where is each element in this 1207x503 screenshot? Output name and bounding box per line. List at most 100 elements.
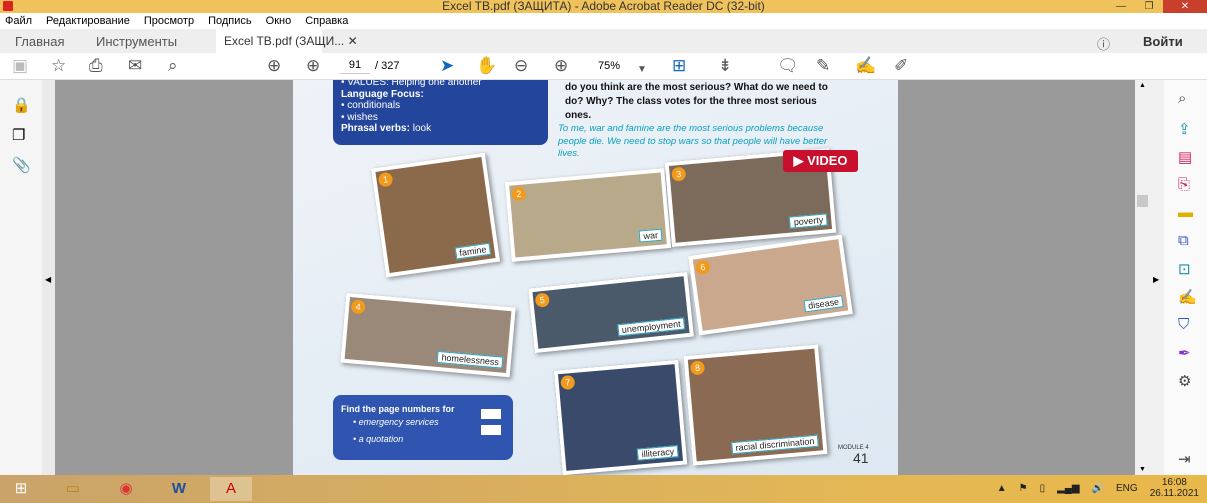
start-button[interactable]: ⊞ <box>0 477 42 501</box>
combine-files-icon[interactable]: ⧉ <box>1178 232 1189 249</box>
video-button[interactable]: ▶ VIDEO <box>783 150 858 172</box>
scroll-mode-icon[interactable]: ⇟ <box>718 57 732 75</box>
photo-label: poverty <box>789 213 828 229</box>
chrome-icon[interactable]: ◉ <box>105 477 147 501</box>
maximize-button[interactable]: ❐ <box>1135 0 1163 13</box>
find-item: a quotation <box>358 434 404 444</box>
photo-label: famine <box>454 242 492 260</box>
save-icon[interactable]: ▣ <box>12 57 28 75</box>
box-line: Language Focus: <box>341 88 424 100</box>
word-icon[interactable]: W <box>158 477 200 501</box>
toolbar: ▣ ☆ ⎙ ✉ ⌕ ⊕ ⊕ 91 / 327 ➤ ✋ ⊖ ⊕ 75% ▼ ⊞ ⇟… <box>0 53 1207 80</box>
next-page-icon[interactable]: ⊕ <box>306 57 320 75</box>
language-indicator[interactable]: ENG <box>1116 483 1138 494</box>
prev-page-icon[interactable]: ⊕ <box>267 57 281 75</box>
photo-label: racial discrimination <box>731 434 819 455</box>
vertical-scrollbar[interactable]: ▲ ▼ <box>1135 80 1150 475</box>
document-viewer[interactable]: • VALUES: Helping one another Language F… <box>55 80 1135 475</box>
video-label: VIDEO <box>807 153 848 168</box>
menu-file[interactable]: Файл <box>5 13 32 29</box>
left-panel-toggle[interactable]: ◀ <box>42 80 55 475</box>
close-tab-icon[interactable]: ✕ <box>348 34 358 48</box>
time: 16:08 <box>1161 477 1187 488</box>
pages-icon[interactable]: ❐ <box>12 126 25 144</box>
login-button[interactable]: Войти <box>1143 34 1183 49</box>
attachment-icon[interactable]: 📎 <box>12 156 31 174</box>
email-icon[interactable]: ✉ <box>128 57 142 75</box>
title-bar: Excel TB.pdf (ЗАЩИТА) - Adobe Acrobat Re… <box>0 0 1207 13</box>
menu-edit[interactable]: Редактирование <box>46 13 130 29</box>
create-pdf-icon[interactable]: ⎘ <box>1178 176 1190 193</box>
comment-tool-icon[interactable]: ▬ <box>1178 204 1193 221</box>
fit-page-icon[interactable]: ⊞ <box>672 57 686 75</box>
tab-tools[interactable]: Инструменты <box>96 34 177 49</box>
menu-window[interactable]: Окно <box>266 13 292 29</box>
minimize-button[interactable]: — <box>1107 0 1135 13</box>
tab-home[interactable]: Главная <box>15 34 64 49</box>
hand-tool-icon[interactable]: ✋ <box>476 57 497 75</box>
page-number: 41 <box>853 450 869 466</box>
acrobat-taskbar-icon[interactable]: A <box>210 477 252 501</box>
clock[interactable]: 16:08 26.11.2021 <box>1150 477 1199 499</box>
photo-unemployment: 5 unemployment <box>528 271 694 354</box>
box-line: • wishes <box>341 111 378 123</box>
scroll-thumb[interactable] <box>1137 195 1148 207</box>
action-center-flag-icon[interactable]: ⚑ <box>1019 483 1028 494</box>
page-number-input[interactable]: 91 <box>340 59 370 74</box>
show-hidden-icon[interactable]: ▲ <box>997 483 1007 494</box>
close-button[interactable]: ✕ <box>1163 0 1207 13</box>
select-cursor-icon[interactable]: ➤ <box>440 57 454 75</box>
zoom-in-icon[interactable]: ⊕ <box>554 57 568 75</box>
box-line: • conditionals <box>341 100 401 111</box>
print-icon[interactable]: ⎙ <box>89 57 103 75</box>
search-icon[interactable]: ⌕ <box>168 57 178 75</box>
protect-icon[interactable]: ⛉ <box>1178 316 1189 333</box>
lock-icon[interactable]: 🔒 <box>12 96 31 114</box>
right-panel-toggle[interactable]: ▶ <box>1150 80 1164 475</box>
organize-pages-icon[interactable]: ▤ <box>1178 148 1192 166</box>
tab-document[interactable]: Excel TB.pdf (ЗАЩИ... ✕ <box>216 29 358 53</box>
export-pdf-icon[interactable]: ⇪ <box>1178 120 1191 138</box>
draw-icon[interactable]: ✍ <box>855 57 876 75</box>
menu-view[interactable]: Просмотр <box>144 13 194 29</box>
more-tools-icon[interactable]: ⚙ <box>1178 372 1191 390</box>
tab-bar: Главная Инструменты Excel TB.pdf (ЗАЩИ..… <box>0 29 1207 53</box>
photo-number: 8 <box>689 360 706 376</box>
zoom-search-icon[interactable]: ⌕ <box>1178 90 1186 107</box>
zoom-out-icon[interactable]: ⊖ <box>514 57 528 75</box>
help-icon[interactable]: ⓘ <box>1097 34 1110 53</box>
file-explorer-icon[interactable]: ▭ <box>52 477 94 501</box>
power-icon[interactable]: ▯ <box>1040 483 1046 494</box>
photo-racial-discrimination: 8 racial discrimination <box>683 344 828 466</box>
find-item: emergency services <box>358 417 439 427</box>
photo-label: illiteracy <box>637 445 679 461</box>
window-title: Excel TB.pdf (ЗАЩИТА) - Adobe Acrobat Re… <box>442 0 765 13</box>
phrasal-value: look <box>412 123 432 134</box>
zoom-select[interactable]: 75% <box>598 60 620 72</box>
menu-help[interactable]: Справка <box>305 13 348 29</box>
chevron-down-icon[interactable]: ▼ <box>637 61 647 79</box>
right-tools-panel: ⌕ ⇪ ▤ ⎘ ▬ ⧉ ⊡ ✍ ⛉ ✒ ⚙ ⇥ <box>1164 80 1207 475</box>
volume-icon[interactable]: 🔊 <box>1092 483 1104 494</box>
sign-icon[interactable]: ✐ <box>894 57 908 75</box>
acrobat-icon <box>3 1 13 11</box>
photo-war: 2 war <box>504 168 672 262</box>
photo-illiteracy: 7 illiteracy <box>553 359 688 475</box>
box-line: • VALUES: Helping one another <box>341 80 482 88</box>
question-text: do you think are the most serious? What … <box>565 82 828 121</box>
pdf-page: • VALUES: Helping one another Language F… <box>293 80 898 475</box>
send-for-signature-icon[interactable]: ✒ <box>1178 344 1191 362</box>
collapse-panel-icon[interactable]: ⇥ <box>1178 450 1191 468</box>
fill-sign-icon[interactable]: ✍ <box>1178 288 1197 306</box>
menu-sign[interactable]: Подпись <box>208 13 252 29</box>
photo-label: disease <box>803 295 844 313</box>
bookmark-star-icon[interactable]: ☆ <box>51 57 66 75</box>
network-icon[interactable]: ▂▄▆ <box>1057 483 1079 494</box>
date: 26.11.2021 <box>1149 488 1199 499</box>
photo-famine: 1 famine <box>370 152 501 278</box>
photo-label: homelessness <box>437 350 504 369</box>
highlight-icon[interactable]: ✎ <box>816 57 830 75</box>
scan-icon[interactable]: ⊡ <box>1178 260 1191 278</box>
photo-label: war <box>639 228 663 243</box>
comment-icon[interactable]: 🗨 <box>777 57 799 75</box>
